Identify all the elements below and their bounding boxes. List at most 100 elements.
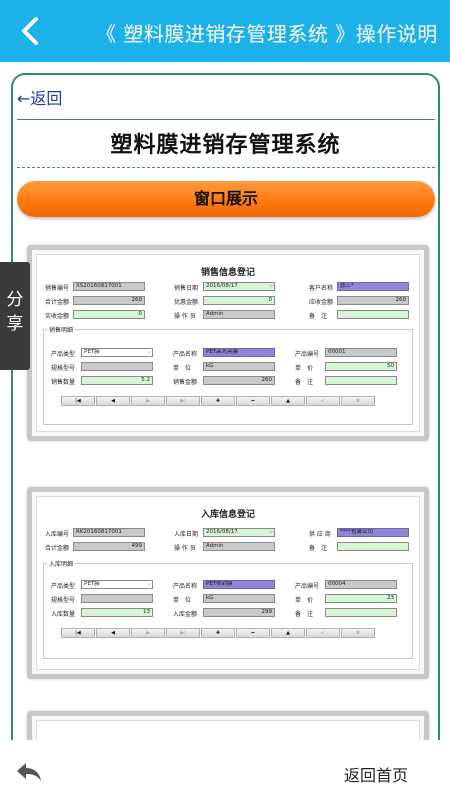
field-label: 应收金额 — [309, 299, 334, 306]
field-label: 实收金额 — [45, 313, 70, 320]
field-label: 备 注 — [309, 313, 328, 320]
sales-date-field[interactable]: 2016/08/17 ⌵ — [203, 282, 275, 291]
share-tab[interactable]: 分 享 — [0, 262, 30, 370]
field-value: PET膜 — [84, 349, 100, 355]
add-record-button[interactable]: ✚ — [201, 396, 235, 406]
sales-no-field[interactable]: XS20160817001 — [73, 282, 145, 291]
field-value: 2016/08/17 — [206, 283, 238, 289]
last-record-button[interactable]: ▶| — [166, 628, 200, 638]
customer-name-field[interactable]: 张三* — [337, 282, 409, 291]
next-record-button[interactable]: ▶ — [131, 628, 165, 638]
next-record-button[interactable]: ▶ — [131, 396, 165, 406]
total-amount-field[interactable]: 499 — [73, 542, 145, 551]
product-no-field[interactable]: 00001 — [325, 348, 397, 357]
field-label: 单 位 — [173, 365, 192, 372]
stock-form-screenshot: 入库信息登记 入库编号 RK20160817001 入库日期 2016/08/1… — [27, 487, 429, 679]
cancel-record-button[interactable]: ✖ — [341, 396, 375, 406]
quantity-field[interactable]: 5.2 — [81, 376, 153, 385]
dashed-divider — [17, 167, 435, 168]
field-label: 备 注 — [309, 545, 328, 552]
edit-record-button[interactable]: ▲ — [271, 628, 305, 638]
share-tab-text: 分 — [6, 290, 24, 310]
reply-back-icon[interactable] — [14, 760, 44, 784]
field-label: 入库日期 — [174, 531, 199, 538]
field-label: 供 应 商 — [309, 531, 331, 538]
bottom-bar: 返回首页 — [0, 740, 450, 800]
field-label: 合计金额 — [45, 545, 70, 552]
save-record-button[interactable]: ✔ — [306, 396, 340, 406]
product-type-select[interactable]: PET膜 ⌵ — [81, 348, 153, 357]
back-chevron-icon[interactable] — [14, 13, 50, 49]
dropdown-arrow-icon: ⌵ — [147, 581, 151, 587]
operator-field[interactable]: Admin — [203, 542, 275, 551]
field-label: 产品类型 — [51, 583, 76, 590]
field-label: 备 注 — [295, 611, 314, 618]
supplier-field[interactable]: ****包装公司 — [337, 528, 409, 537]
product-name-field[interactable]: PET高光亮膜 — [203, 348, 275, 357]
operator-field[interactable]: Admin — [203, 310, 275, 319]
home-link[interactable]: 返回首页 — [344, 762, 408, 786]
save-record-button[interactable]: ✔ — [306, 628, 340, 638]
field-label: 合计金额 — [45, 299, 70, 306]
field-value: PET膜 — [84, 581, 100, 587]
first-record-button[interactable]: |◀ — [61, 628, 95, 638]
page-title: 《 塑料膜进销存管理系统 》操作说明 — [96, 22, 438, 46]
remark-field[interactable] — [325, 376, 397, 385]
discount-field[interactable]: 0 — [203, 296, 275, 305]
group-label: 销售明细 — [47, 325, 76, 334]
receivable-field[interactable]: 260 — [337, 296, 409, 305]
spec-field[interactable] — [81, 362, 153, 371]
field-label: 入库编号 — [45, 531, 70, 538]
delete-record-button[interactable]: ━ — [236, 628, 270, 638]
unit-field[interactable]: kG — [203, 594, 275, 603]
back-link[interactable]: ←返回 — [17, 85, 62, 109]
field-label: 产品名称 — [173, 351, 198, 358]
field-label: 产品编号 — [295, 583, 320, 590]
edit-record-button[interactable]: ▲ — [271, 396, 305, 406]
remark-field[interactable] — [325, 608, 397, 617]
first-record-button[interactable]: |◀ — [61, 396, 95, 406]
field-label: 销售编号 — [45, 285, 70, 292]
dropdown-arrow-icon: ⌵ — [269, 529, 273, 535]
field-label: 产品类型 — [51, 351, 76, 358]
amount-field[interactable]: 299 — [203, 608, 275, 617]
add-record-button[interactable]: ✚ — [201, 628, 235, 638]
price-field[interactable]: 50 — [325, 362, 397, 371]
field-label: 入库金额 — [173, 611, 198, 618]
amount-field[interactable]: 260 — [203, 376, 275, 385]
received-field[interactable]: 0 — [73, 310, 145, 319]
field-label: 单 位 — [173, 597, 192, 604]
last-record-button[interactable]: ▶| — [166, 396, 200, 406]
prev-record-button[interactable]: ◀ — [96, 628, 130, 638]
field-label: 操 作 员 — [174, 313, 196, 320]
sales-form-title: 销售信息登记 — [200, 268, 255, 278]
stock-no-field[interactable]: RK20160817001 — [73, 528, 145, 537]
record-nav-bar: |◀ ◀ ▶ ▶| ✚ ━ ▲ ✔ ✖ — [61, 396, 376, 406]
total-amount-field[interactable]: 260 — [73, 296, 145, 305]
group-label: 入库明细 — [47, 559, 76, 568]
divider — [17, 119, 435, 120]
window-display-button[interactable]: 窗口展示 — [17, 181, 435, 217]
quantity-field[interactable]: 13 — [81, 608, 153, 617]
sales-form-screenshot: 销售信息登记 销售编号 XS20160817001 销售日期 2016/08/1… — [27, 245, 429, 441]
field-label: 操 作 员 — [174, 545, 196, 552]
field-label: 规格型号 — [51, 597, 76, 604]
remark-field[interactable] — [337, 542, 409, 551]
field-label: 产品编号 — [295, 351, 320, 358]
stock-date-field[interactable]: 2016/08/17 ⌵ — [203, 528, 275, 537]
unit-field[interactable]: kG — [203, 362, 275, 371]
delete-record-button[interactable]: ━ — [236, 396, 270, 406]
remark-field[interactable] — [337, 310, 409, 319]
stock-form-title: 入库信息登记 — [200, 510, 255, 520]
cancel-record-button[interactable]: ✖ — [341, 628, 375, 638]
field-value: 2016/08/17 — [206, 529, 238, 535]
product-type-select[interactable]: PET膜 ⌵ — [81, 580, 153, 589]
prev-record-button[interactable]: ◀ — [96, 396, 130, 406]
product-no-field[interactable]: 00004 — [325, 580, 397, 589]
product-name-field[interactable]: PET热封膜 — [203, 580, 275, 589]
top-bar: 《 塑料膜进销存管理系统 》操作说明 — [0, 0, 450, 62]
spec-field[interactable] — [81, 594, 153, 603]
field-label: 销售日期 — [174, 285, 199, 292]
price-field[interactable]: 23 — [325, 594, 397, 603]
record-nav-bar: |◀ ◀ ▶ ▶| ✚ ━ ▲ ✔ ✖ — [61, 628, 376, 638]
